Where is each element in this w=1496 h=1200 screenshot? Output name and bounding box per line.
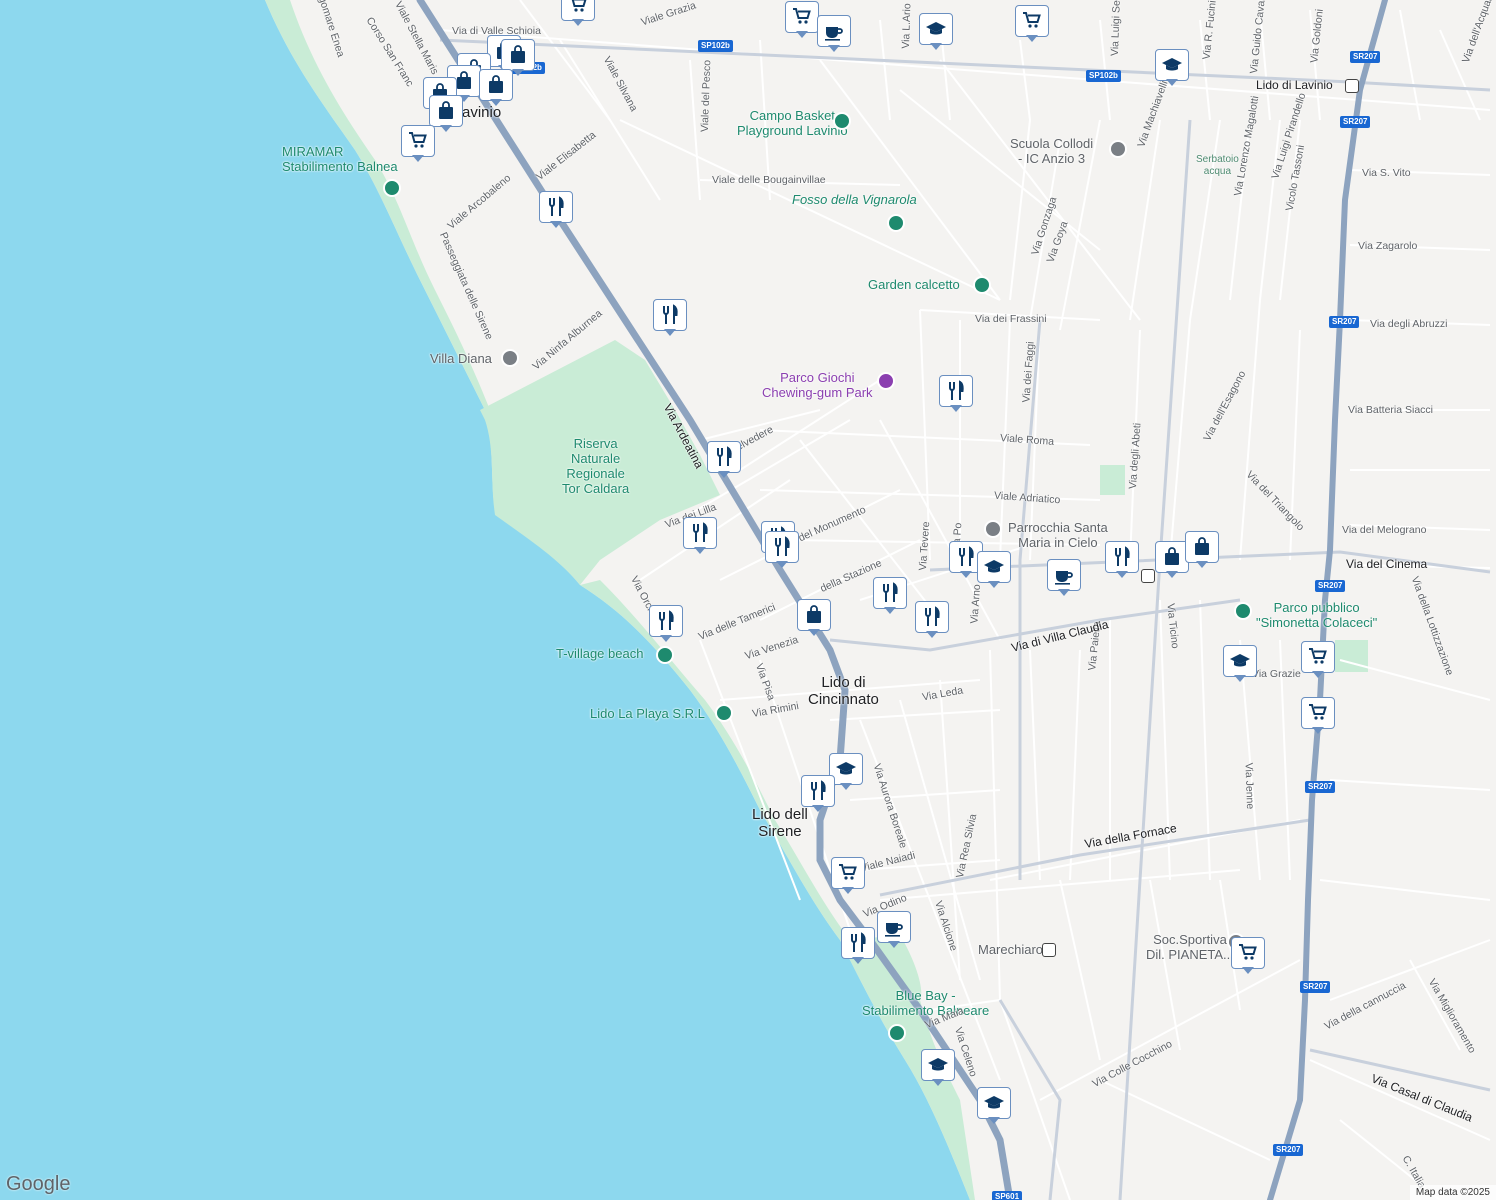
road-shield: SR207 <box>1273 1144 1304 1156</box>
place-lido-di-lavinio[interactable]: Lido di Lavinio <box>1256 79 1333 91</box>
street-label: Viale delle Bougainvillae <box>712 174 826 186</box>
beach-pin-icon[interactable] <box>383 179 401 197</box>
coffee-cup-marker-icon[interactable] <box>817 15 851 52</box>
poi-blue-bay[interactable]: Blue Bay - Stabilimento Balneare <box>862 988 989 1018</box>
street-label: Via Grazie <box>1252 668 1301 680</box>
coffee-cup-marker-icon[interactable] <box>1047 559 1081 596</box>
shopping-cart-marker-icon[interactable] <box>831 857 865 894</box>
shopping-bag-marker-icon[interactable] <box>1185 531 1219 568</box>
road-shield: SP102b <box>1086 70 1121 82</box>
poi-riserva-tor-caldara[interactable]: Riserva Naturale Regionale Tor Caldara <box>562 436 629 496</box>
fork-knife-marker-icon[interactable] <box>683 517 717 554</box>
map-canvas[interactable]: Lido di Cincinnato Lido dell Sirene Lido… <box>0 0 1496 1200</box>
graduation-cap-marker-icon[interactable] <box>921 1049 955 1086</box>
train-station-icon[interactable] <box>1141 569 1155 583</box>
beach-pin-icon[interactable] <box>715 704 733 722</box>
street-label: Via Jenne <box>1242 762 1257 810</box>
graduation-cap-marker-icon[interactable] <box>919 13 953 50</box>
shopping-cart-marker-icon[interactable] <box>401 125 435 162</box>
poi-campo-basket[interactable]: Campo Basket Playground Lavinio <box>737 108 848 138</box>
coffee-cup-marker-icon[interactable] <box>877 911 911 948</box>
poi-fosso-vignarola[interactable]: Fosso della Vignarola <box>792 192 917 207</box>
shopping-cart-marker-icon[interactable] <box>1015 5 1049 42</box>
park-pin-icon[interactable] <box>973 276 991 294</box>
place-lido-di-cincinnato[interactable]: Lido di Cincinnato <box>808 674 879 708</box>
park-pin-icon[interactable] <box>887 214 905 232</box>
shopping-bag-marker-icon[interactable] <box>1155 541 1189 578</box>
place-lavinio[interactable]: avinio <box>462 104 501 121</box>
street-label: Via degli Abruzzi <box>1370 318 1448 330</box>
poi-parco-giochi[interactable]: Parco Giochi Chewing-gum Park <box>762 370 873 400</box>
poi-miramare[interactable]: MIRAMAR Stabilimento Balnea <box>282 144 398 174</box>
street-label: Via Luigi Setti <box>1108 0 1124 57</box>
road-shield: SR207 <box>1305 781 1336 793</box>
park-pin-icon[interactable] <box>833 112 851 130</box>
street-label: Via L.Ario <box>899 3 914 49</box>
street-label: Via S. Vito <box>1362 167 1411 179</box>
google-logo: Google <box>6 1173 71 1195</box>
place-lido-delle-sirene[interactable]: Lido dell Sirene <box>752 806 808 840</box>
beach-pin-icon[interactable] <box>656 646 674 664</box>
road-shield: SR207 <box>1315 580 1346 592</box>
park-pin-icon[interactable] <box>1234 602 1252 620</box>
fork-knife-marker-icon[interactable] <box>765 531 799 568</box>
street-label: Via del Melograno <box>1342 524 1427 536</box>
poi-lido-la-playa[interactable]: Lido La Playa S.R.L <box>590 706 705 721</box>
poi-marechiaro[interactable]: Marechiaro <box>978 942 1043 957</box>
fork-knife-marker-icon[interactable] <box>915 601 949 638</box>
fork-knife-marker-icon[interactable] <box>801 775 835 812</box>
church-pin-icon[interactable] <box>984 520 1002 538</box>
fork-knife-marker-icon[interactable] <box>653 299 687 336</box>
shopping-cart-marker-icon[interactable] <box>1301 641 1335 678</box>
poi-t-village-beach[interactable]: T-village beach <box>556 646 643 661</box>
graduation-cap-marker-icon[interactable] <box>977 551 1011 588</box>
shopping-bag-marker-icon[interactable] <box>429 95 463 132</box>
train-station-icon[interactable] <box>1345 79 1359 93</box>
beach-pin-icon[interactable] <box>888 1024 906 1042</box>
fork-knife-marker-icon[interactable] <box>707 441 741 478</box>
road-shield: SP102b <box>698 40 733 52</box>
fork-knife-marker-icon[interactable] <box>649 605 683 642</box>
shopping-cart-marker-icon[interactable] <box>561 0 595 26</box>
playground-pin-icon[interactable] <box>877 372 895 390</box>
shopping-bag-marker-icon[interactable] <box>501 39 535 76</box>
graduation-cap-marker-icon[interactable] <box>977 1087 1011 1124</box>
road-shield: SR207 <box>1350 51 1381 63</box>
shopping-cart-marker-icon[interactable] <box>1231 937 1265 974</box>
street-label: Via dei Frassini <box>975 313 1047 325</box>
shopping-cart-marker-icon[interactable] <box>785 1 819 38</box>
fork-knife-marker-icon[interactable] <box>1105 541 1139 578</box>
graduation-cap-marker-icon[interactable] <box>1223 645 1257 682</box>
train-station-icon[interactable] <box>1042 943 1056 957</box>
street-label: Via Batteria Siacci <box>1348 404 1434 416</box>
road-shield: SP601 <box>992 1191 1023 1200</box>
street-label: Via Zagarolo <box>1358 240 1418 252</box>
graduation-cap-marker-icon[interactable] <box>1155 49 1189 86</box>
fork-knife-marker-icon[interactable] <box>539 191 573 228</box>
street-label: Viale del Pesco <box>698 59 714 133</box>
road-shield: SR207 <box>1329 316 1360 328</box>
shopping-cart-marker-icon[interactable] <box>1301 697 1335 734</box>
map-attribution[interactable]: Map data ©2025 <box>1409 1185 1496 1200</box>
shopping-bag-marker-icon[interactable] <box>479 69 513 106</box>
road-shield: SR207 <box>1300 981 1331 993</box>
school-pin-icon[interactable] <box>1109 140 1127 158</box>
shopping-bag-marker-icon[interactable] <box>797 599 831 636</box>
museum-pin-icon[interactable] <box>501 349 519 367</box>
poi-scuola-collodi[interactable]: Scuola Collodi - IC Anzio 3 <box>1010 136 1093 166</box>
street-label: Via del Cinema <box>1346 557 1428 571</box>
park-area <box>1100 465 1125 495</box>
fork-knife-marker-icon[interactable] <box>841 927 875 964</box>
park-area <box>1335 640 1368 672</box>
poi-parrocchia[interactable]: Parrocchia Santa Maria in Cielo <box>1008 520 1108 550</box>
poi-soc-sportiva[interactable]: Soc.Sportiva Dil. PIANETA... <box>1146 932 1234 962</box>
fork-knife-marker-icon[interactable] <box>873 577 907 614</box>
road-shield: SR207 <box>1340 116 1371 128</box>
fork-knife-marker-icon[interactable] <box>939 375 973 412</box>
poi-serbatoio: Serbatoio acqua <box>1196 154 1239 177</box>
poi-villa-diana[interactable]: Villa Diana <box>430 351 492 366</box>
poi-parco-pubblico[interactable]: Parco pubblico "Simonetta Colaceci" <box>1256 600 1377 630</box>
poi-garden-calcetto[interactable]: Garden calcetto <box>868 277 960 292</box>
